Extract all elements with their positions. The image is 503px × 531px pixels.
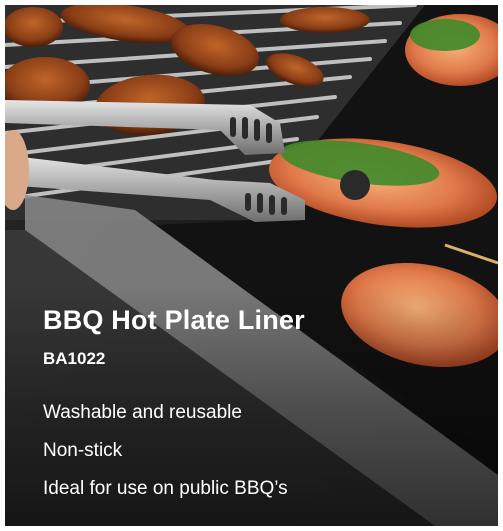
feature-public-bbq: Ideal for use on public BBQ’s	[43, 478, 288, 499]
feature-washable: Washable and reusable	[43, 402, 242, 423]
feature-non-stick: Non-stick	[43, 440, 123, 461]
product-card: BBQ Hot Plate Liner BA1022 Washable and …	[5, 5, 498, 526]
product-code: BA1022	[43, 349, 106, 368]
product-title: BBQ Hot Plate Liner	[43, 305, 305, 335]
